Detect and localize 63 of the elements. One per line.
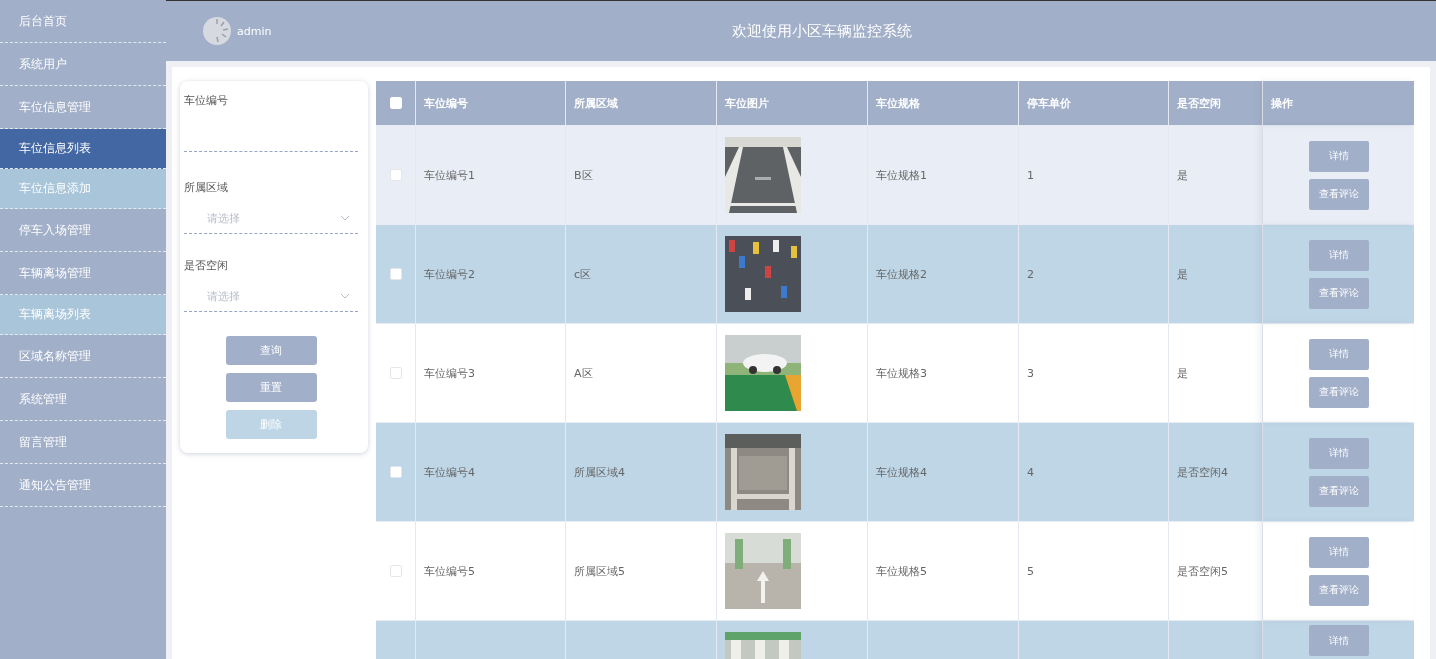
- field-label: 车位编号: [184, 93, 229, 108]
- table-cell: A区: [574, 365, 593, 381]
- table-cell: 是: [1177, 365, 1188, 381]
- table-cell: 车位规格4: [876, 464, 927, 480]
- filter-button[interactable]: 查询: [225, 336, 317, 365]
- table-cell: 车位编号4: [424, 464, 475, 480]
- checkbox[interactable]: [389, 367, 402, 379]
- avatar-icon: [202, 16, 232, 46]
- action-button[interactable]: 查看评论: [1308, 475, 1369, 507]
- table-cell: 车位编号1: [424, 167, 475, 183]
- table-cell: 车位规格5: [876, 563, 927, 579]
- table-cell: c区: [574, 266, 592, 282]
- checkbox[interactable]: [389, 565, 402, 577]
- table-cell: 是: [1177, 167, 1188, 183]
- table-cell: 是: [1177, 266, 1188, 282]
- user-name: admin: [237, 24, 272, 38]
- action-button[interactable]: 详情: [1308, 140, 1369, 172]
- table-cell: 车位编号5: [424, 563, 475, 579]
- action-button[interactable]: 详情: [1308, 338, 1369, 370]
- column-header: 车位图片: [717, 81, 868, 125]
- column-header: 停车单价: [1019, 81, 1169, 125]
- column-header: 车位编号: [416, 81, 566, 125]
- select-field[interactable]: 请选择: [184, 281, 358, 312]
- select-field[interactable]: 请选择: [184, 203, 358, 234]
- action-button[interactable]: 详情: [1308, 625, 1369, 656]
- table-cell: 5: [1027, 564, 1034, 578]
- action-button[interactable]: 详情: [1308, 239, 1369, 271]
- chevron-icon: [340, 215, 350, 221]
- field-label: 是否空闲: [184, 258, 229, 273]
- action-button[interactable]: 查看评论: [1308, 574, 1369, 606]
- action-button[interactable]: 详情: [1308, 437, 1369, 469]
- action-button[interactable]: 查看评论: [1308, 376, 1369, 408]
- action-button[interactable]: 详情: [1308, 536, 1369, 568]
- filter-button[interactable]: 重置: [225, 373, 317, 402]
- column-header: 操作: [1263, 81, 1414, 125]
- table-cell: 4: [1027, 465, 1034, 479]
- table-cell: 车位规格1: [876, 167, 927, 183]
- sidebar-item[interactable]: 车辆离场列表: [0, 295, 166, 335]
- table-cell: 所属区域4: [574, 464, 625, 480]
- column-header: 是否空闲: [1169, 81, 1263, 125]
- sidebar-item[interactable]: 车位信息列表: [0, 129, 166, 169]
- table-cell: 所属区域5: [574, 563, 625, 579]
- field-label: 所属区域: [184, 180, 229, 195]
- column-header: 所属区域: [566, 81, 717, 125]
- table-cell: 车位规格3: [876, 365, 927, 381]
- action-button[interactable]: 查看评论: [1308, 178, 1369, 210]
- checkbox[interactable]: [389, 466, 402, 478]
- table-cell: 1: [1027, 168, 1034, 182]
- table-cell: B区: [574, 167, 593, 183]
- checkbox[interactable]: [389, 268, 402, 280]
- sidebar-item[interactable]: 车位信息添加: [0, 169, 166, 209]
- table-cell: 3: [1027, 366, 1034, 380]
- table-cell: 2: [1027, 267, 1034, 281]
- column-header: 车位规格: [868, 81, 1019, 125]
- table-cell: 车位编号3: [424, 365, 475, 381]
- checkbox[interactable]: [389, 169, 402, 181]
- table-cell: 是否空闲4: [1177, 464, 1228, 480]
- chevron-icon: [340, 293, 350, 299]
- table-cell: 是否空闲5: [1177, 563, 1228, 579]
- page-title: 欢迎使用小区车辆监控系统: [732, 21, 912, 41]
- action-button[interactable]: 查看评论: [1308, 277, 1369, 309]
- table-cell: 车位规格2: [876, 266, 927, 282]
- table-cell: 车位编号2: [424, 266, 475, 282]
